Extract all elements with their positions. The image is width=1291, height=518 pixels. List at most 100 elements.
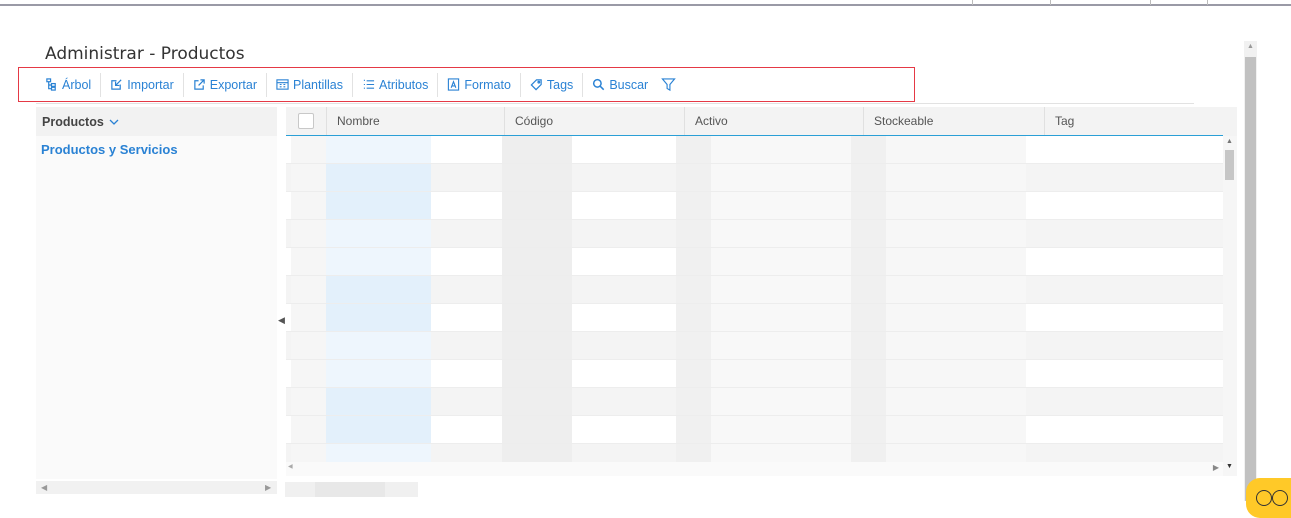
filter-button[interactable] xyxy=(657,77,677,92)
column-header-nombre[interactable]: Nombre xyxy=(326,107,504,135)
import-button[interactable]: Importar xyxy=(101,72,184,97)
table-row[interactable] xyxy=(286,332,1223,360)
table-row[interactable] xyxy=(286,388,1223,416)
redacted-cell xyxy=(711,192,851,219)
collapse-left-icon[interactable]: ◀ xyxy=(278,315,285,326)
redacted-cell xyxy=(851,416,886,443)
redacted-cell xyxy=(676,192,711,219)
column-header-activo[interactable]: Activo xyxy=(684,107,863,135)
table-row[interactable] xyxy=(286,136,1223,164)
redacted-cell xyxy=(502,192,572,219)
scroll-down-icon[interactable]: ▼ xyxy=(1226,463,1233,470)
import-icon xyxy=(111,79,122,90)
table-row[interactable] xyxy=(286,276,1223,304)
page-scroll-thumb[interactable] xyxy=(1245,57,1256,501)
grid-vertical-scrollbar[interactable]: ▲ ▼ xyxy=(1223,136,1237,476)
redacted-cell xyxy=(711,136,851,163)
browser-top-bar xyxy=(0,0,1291,6)
attributes-button[interactable]: Atributos xyxy=(353,72,439,97)
redacted-cell xyxy=(886,416,1026,443)
redacted-cell xyxy=(676,248,711,275)
attributes-button-label: Atributos xyxy=(379,77,429,92)
page-scroll-up-icon[interactable]: ▲ xyxy=(1247,43,1254,50)
redacted-cell xyxy=(711,276,851,303)
redacted-cell xyxy=(886,136,1026,163)
redacted-cell xyxy=(886,276,1026,303)
panel-splitter[interactable]: ◀ xyxy=(277,107,285,494)
tags-button[interactable]: Tags xyxy=(521,72,584,97)
tree-header-label: Productos xyxy=(42,114,104,129)
redacted-cell xyxy=(711,332,851,359)
export-button-label: Exportar xyxy=(209,77,257,92)
grid-horizontal-scrollbar[interactable]: ◀ ▶ xyxy=(286,462,1223,476)
select-all-column xyxy=(286,107,326,135)
redacted-cell xyxy=(326,332,431,359)
redacted-cell xyxy=(676,360,711,387)
scroll-right-icon[interactable]: ▶ xyxy=(265,483,271,492)
redacted-cell xyxy=(886,248,1026,275)
table-row[interactable] xyxy=(286,248,1223,276)
redacted-cell xyxy=(886,164,1026,191)
redacted-cell xyxy=(851,332,886,359)
redacted-cell xyxy=(851,192,886,219)
table-row[interactable] xyxy=(286,192,1223,220)
redacted-cell xyxy=(851,388,886,415)
grid-pager xyxy=(285,482,418,497)
select-all-checkbox[interactable] xyxy=(298,113,314,129)
redacted-cell xyxy=(326,248,431,275)
scroll-up-icon[interactable]: ▲ xyxy=(1226,138,1233,145)
scroll-right-icon[interactable]: ▶ xyxy=(1213,463,1219,472)
tree-icon xyxy=(46,78,56,91)
templates-button[interactable]: Plantillas xyxy=(267,72,354,97)
page-vertical-scrollbar[interactable]: ▲ xyxy=(1244,41,1257,501)
tree-item-productos-servicios[interactable]: Productos y Servicios xyxy=(41,142,178,157)
toolbar-divider xyxy=(36,103,1194,104)
redacted-cell xyxy=(851,276,886,303)
grid-header: Nombre Código Activo Stockeable Tag xyxy=(286,107,1223,136)
tree-header[interactable]: Productos xyxy=(36,107,277,136)
redacted-cell xyxy=(851,248,886,275)
export-button[interactable]: Exportar xyxy=(184,72,267,97)
search-button[interactable]: Buscar xyxy=(583,73,657,97)
redacted-cell xyxy=(291,136,326,163)
table-row[interactable] xyxy=(286,360,1223,388)
redacted-cell xyxy=(291,304,326,331)
redacted-cell xyxy=(326,164,431,191)
redacted-cell xyxy=(676,332,711,359)
column-header-codigo[interactable]: Código xyxy=(504,107,684,135)
filter-icon xyxy=(661,78,677,92)
chat-help-button[interactable] xyxy=(1246,478,1291,518)
format-icon xyxy=(448,78,460,91)
redacted-cell xyxy=(326,192,431,219)
table-row[interactable] xyxy=(286,304,1223,332)
redacted-cell xyxy=(886,360,1026,387)
redacted-cell xyxy=(886,304,1026,331)
redacted-cell xyxy=(886,192,1026,219)
tree-button[interactable]: Árbol xyxy=(35,72,102,97)
redacted-cell xyxy=(326,388,431,415)
column-header-tag[interactable]: Tag xyxy=(1044,107,1223,135)
redacted-cell xyxy=(291,164,326,191)
import-button-label: Importar xyxy=(127,77,174,92)
table-row[interactable] xyxy=(286,220,1223,248)
table-row[interactable] xyxy=(286,416,1223,444)
redacted-cell xyxy=(676,416,711,443)
table-row[interactable] xyxy=(286,164,1223,192)
scroll-left-icon[interactable]: ◀ xyxy=(288,463,293,470)
tree-horizontal-scrollbar[interactable]: ◀ ▶ xyxy=(36,481,277,494)
format-button[interactable]: Formato xyxy=(438,72,521,97)
tree-panel: Productos y Servicios xyxy=(36,136,277,479)
scroll-left-icon[interactable]: ◀ xyxy=(41,483,47,492)
templates-button-label: Plantillas xyxy=(292,77,344,92)
redacted-cell xyxy=(291,220,326,247)
redacted-cell xyxy=(886,332,1026,359)
redacted-cell xyxy=(291,388,326,415)
redacted-cell xyxy=(326,416,431,443)
search-button-label: Buscar xyxy=(609,77,649,92)
redacted-cell xyxy=(291,360,326,387)
redacted-cell xyxy=(711,360,851,387)
chat-icon xyxy=(1256,490,1272,506)
redacted-cell xyxy=(711,416,851,443)
column-header-stockeable[interactable]: Stockeable xyxy=(863,107,1044,135)
grid-scroll-thumb[interactable] xyxy=(1225,150,1234,180)
